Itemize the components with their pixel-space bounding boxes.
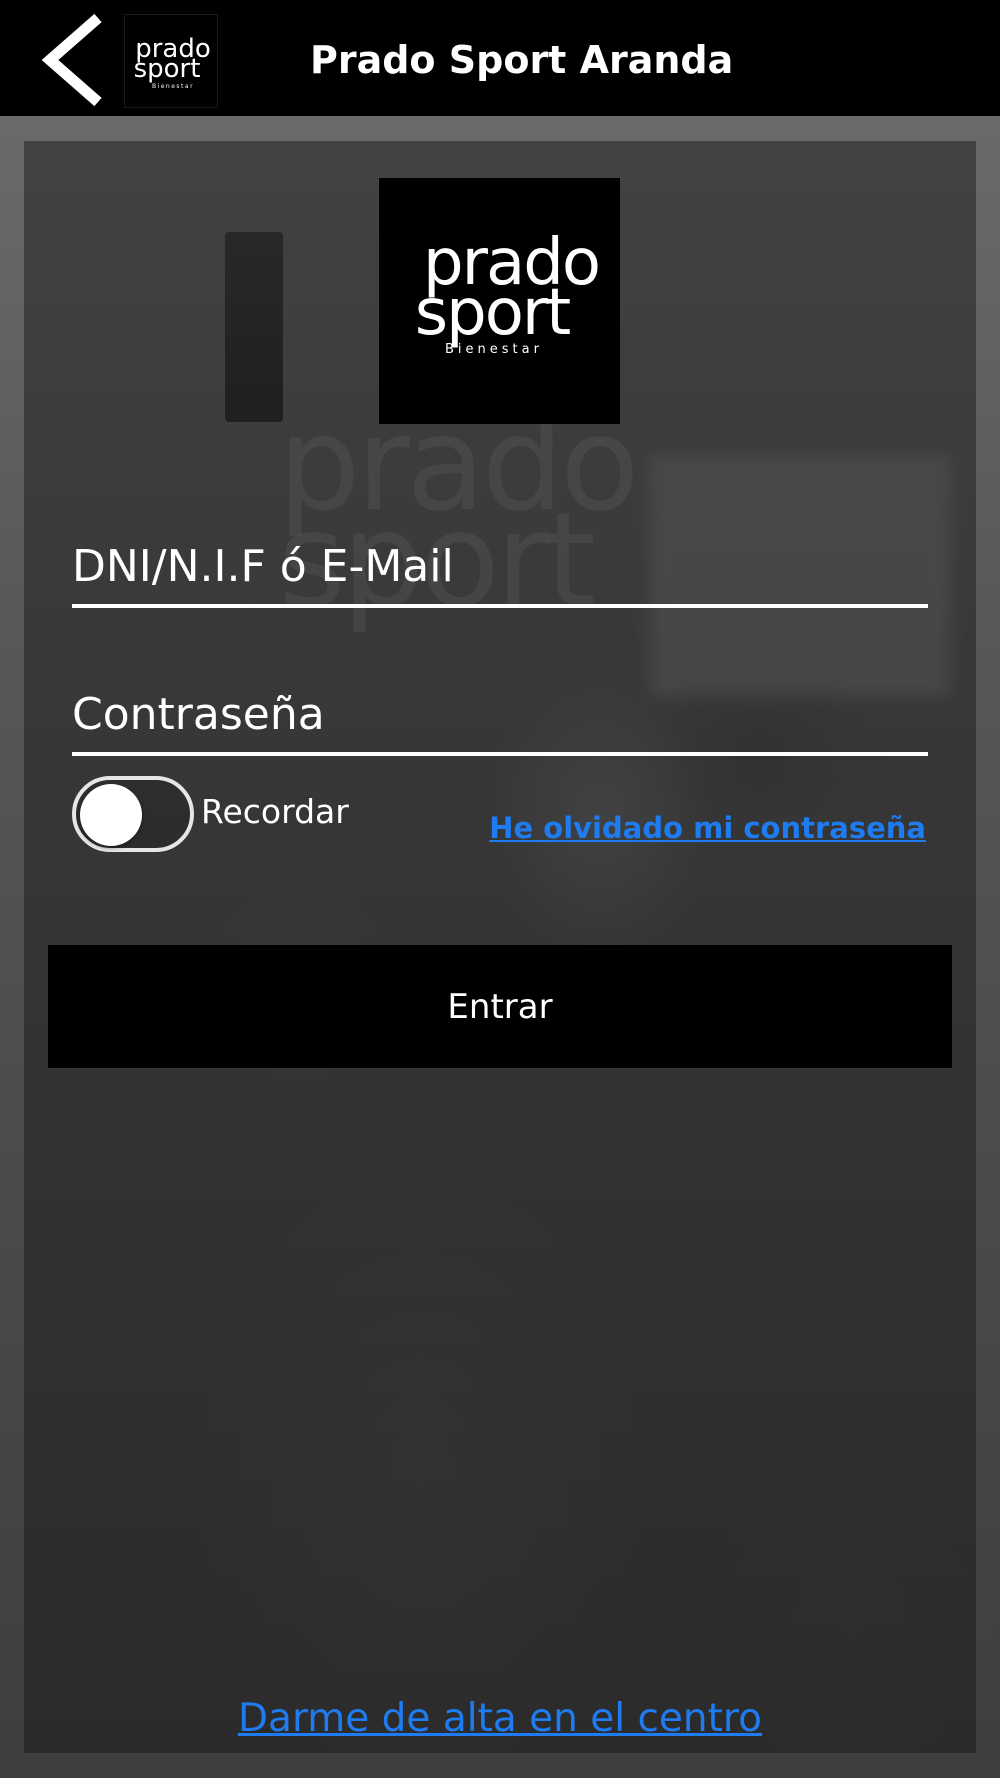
remember-toggle[interactable] [72, 776, 194, 852]
page-title: Prado Sport Aranda [310, 38, 734, 82]
svg-text:sport: sport [415, 276, 570, 350]
toggle-knob [80, 784, 142, 846]
password-field-wrapper [72, 676, 928, 756]
username-input[interactable] [72, 528, 928, 604]
login-button[interactable]: Entrar [48, 945, 952, 1068]
brand-logo: prado sport Bienestar [379, 178, 620, 424]
login-screen: prado sport prado sport Bienestar Prado … [0, 0, 1000, 1778]
chevron-left-icon[interactable] [38, 12, 110, 108]
app-header: prado sport Bienestar Prado Sport Aranda [0, 0, 1000, 116]
password-input[interactable] [72, 676, 928, 752]
svg-text:Bienestar: Bienestar [152, 83, 194, 90]
forgot-password-link[interactable]: He olvidado mi contraseña [489, 809, 926, 847]
username-field-wrapper [72, 528, 928, 608]
signup-link[interactable]: Darme de alta en el centro [0, 1694, 1000, 1744]
remember-label: Recordar [201, 792, 349, 831]
svg-text:Bienestar: Bienestar [445, 342, 543, 357]
header-logo: prado sport Bienestar [124, 14, 218, 108]
svg-text:sport: sport [134, 54, 201, 84]
